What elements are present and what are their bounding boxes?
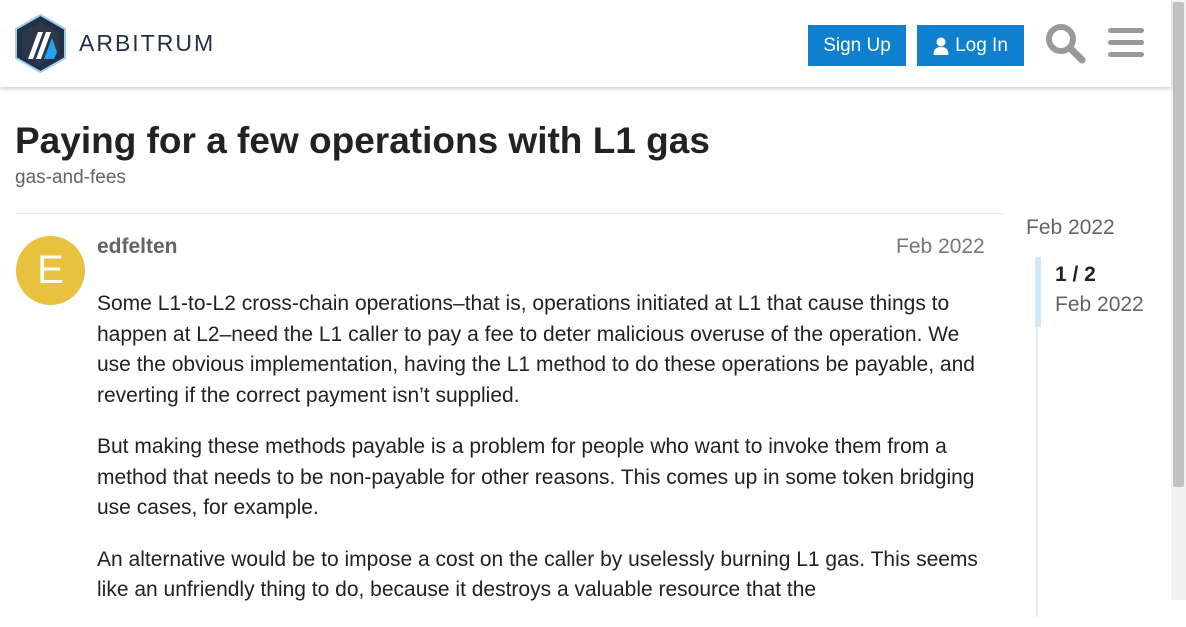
post-paragraph: But making these methods payable is a pr…	[97, 435, 975, 519]
sign-up-label: Sign Up	[823, 34, 891, 56]
avatar-letter: E	[37, 248, 64, 292]
logo-text: ARBITRUM	[79, 30, 216, 56]
site-logo[interactable]: ARBITRUM	[14, 14, 215, 73]
divider	[15, 213, 1003, 214]
timeline-position: 1 / 2	[1055, 263, 1096, 286]
timeline-current-date: Feb 2022	[1055, 293, 1144, 316]
log-in-label: Log In	[955, 34, 1008, 56]
post-paragraph: Some L1-to-L2 cross-chain operations–tha…	[97, 292, 975, 407]
arbitrum-logo-icon	[15, 14, 66, 73]
scrollbar-thumb[interactable]	[1173, 2, 1184, 487]
category-tag[interactable]: gas-and-fees	[15, 167, 126, 189]
log-in-button[interactable]: Log In	[917, 25, 1024, 66]
timeline-handle[interactable]	[1035, 257, 1041, 327]
post-date[interactable]: Feb 2022	[896, 235, 985, 259]
page-scrollbar[interactable]	[1171, 0, 1186, 600]
timeline-start-date[interactable]: Feb 2022	[1026, 216, 1115, 240]
avatar[interactable]: E	[16, 236, 85, 305]
topic-title[interactable]: Paying for a few operations with L1 gas	[15, 120, 710, 162]
search-icon[interactable]	[1044, 22, 1086, 64]
site-header: ARBITRUM Sign Up Log In	[0, 0, 1171, 87]
user-icon	[933, 37, 949, 55]
hamburger-menu-icon[interactable]	[1107, 25, 1145, 61]
post-paragraph: An alternative would be to impose a cost…	[97, 547, 978, 602]
post-body: Some L1-to-L2 cross-chain operations–tha…	[97, 289, 992, 627]
sign-up-button[interactable]: Sign Up	[808, 25, 906, 66]
post-username[interactable]: edfelten	[97, 235, 178, 259]
